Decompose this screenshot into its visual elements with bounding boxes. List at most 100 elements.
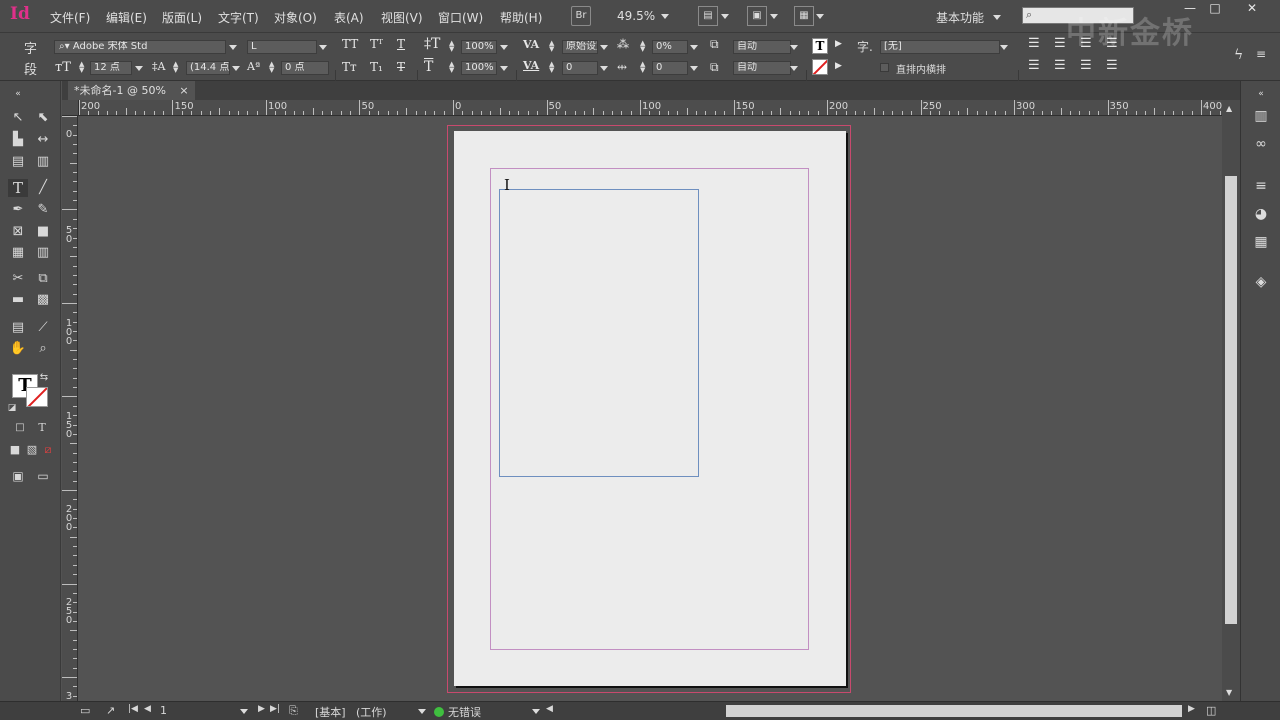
tracking-dropdown-icon[interactable]	[600, 66, 608, 71]
swatches-panel-icon[interactable]: ▦	[1251, 233, 1271, 251]
subscript-icon[interactable]: T₁	[370, 60, 383, 74]
text-fill-swatch[interactable]: T	[812, 38, 828, 54]
menu-object[interactable]: 对象(O)	[274, 9, 317, 26]
previous-page-icon[interactable]: ◀	[144, 704, 151, 714]
justify-center-icon[interactable]: ☰	[1054, 58, 1066, 73]
aki-before-dropdown-icon[interactable]	[790, 45, 798, 50]
layers-panel-icon[interactable]: ◈	[1251, 273, 1271, 291]
superscript-icon[interactable]: Tᵀ	[370, 37, 383, 51]
content-placer-icon[interactable]: ▥	[33, 153, 53, 171]
page-number-field[interactable]: 1	[160, 704, 167, 717]
char-spacing-dropdown-icon[interactable]	[690, 45, 698, 50]
font-size-dropdown-icon[interactable]	[135, 66, 143, 71]
horizontal-grid-tool-icon[interactable]: ▦	[8, 244, 28, 262]
stroke-menu-arrow-icon[interactable]: ▶	[835, 61, 842, 71]
aki-before-field[interactable]: 自动	[733, 40, 791, 54]
normal-view-icon[interactable]: ▣	[8, 467, 28, 485]
maximize-button[interactable]: □	[1205, 2, 1225, 14]
preflight-dropdown-icon[interactable]	[532, 709, 540, 714]
char-spacing-field[interactable]: 0%	[652, 40, 688, 54]
rectangle-frame-tool-icon[interactable]: ⊠	[8, 223, 28, 241]
all-caps-icon[interactable]: TT	[342, 37, 358, 51]
scroll-right-icon[interactable]: ▶	[1188, 704, 1195, 714]
selection-tool-icon[interactable]: ↖	[8, 109, 28, 127]
align-center-icon[interactable]: ☰	[1054, 36, 1066, 51]
font-size-stepper[interactable]: ▲ ▼	[79, 61, 87, 74]
stroke-swatch-icon[interactable]	[26, 387, 48, 407]
char-spacing-stepper[interactable]: ▲ ▼	[640, 40, 648, 53]
scissors-tool-icon[interactable]: ✂	[8, 270, 28, 288]
screen-mode-dropdown-icon[interactable]	[770, 14, 778, 19]
formatting-text-icon[interactable]: T	[32, 419, 52, 437]
wide-text-checkbox[interactable]	[880, 63, 889, 72]
view-options-icon[interactable]: ▤	[698, 6, 718, 26]
rectangle-tool-icon[interactable]: ■	[33, 223, 53, 241]
horizontal-ruler[interactable]: 200 150 100 50 0 50 100 150 200 250 300 350 400	[79, 100, 1222, 116]
toolbox-collapse-icon[interactable]: «	[8, 85, 28, 103]
workspace-switcher[interactable]: 基本功能	[936, 9, 984, 26]
font-family-field[interactable]: ⌕▾ Adobe 宋体 Std	[54, 40, 226, 54]
justify-left-icon[interactable]: ☰	[1028, 58, 1040, 73]
screen-mode-icon[interactable]: ▣	[747, 6, 767, 26]
page-tool-icon[interactable]: ▙	[8, 131, 28, 149]
dock-expand-icon[interactable]: «	[1251, 85, 1271, 103]
aki-after-field[interactable]: 自动	[733, 61, 791, 75]
tsume-stepper[interactable]: ▲ ▼	[640, 61, 648, 74]
tracking-field[interactable]: 0	[562, 61, 598, 75]
menu-edit[interactable]: 编辑(E)	[106, 9, 147, 26]
horizontal-scale-field[interactable]: 100%	[461, 61, 497, 75]
scroll-down-icon[interactable]: ▼	[1226, 688, 1232, 697]
stroke-panel-icon[interactable]: ≡	[1251, 177, 1271, 195]
menu-window[interactable]: 窗口(W)	[438, 9, 483, 26]
menu-type[interactable]: 文字(T)	[218, 9, 259, 26]
gradient-feather-tool-icon[interactable]: ▩	[33, 291, 53, 309]
scroll-up-icon[interactable]: ▲	[1226, 104, 1232, 113]
text-frame[interactable]	[499, 189, 699, 477]
leading-stepper[interactable]: ▲ ▼	[173, 61, 181, 74]
close-button[interactable]: ✕	[1242, 2, 1262, 14]
panel-menu-icon[interactable]: ≡	[1256, 47, 1266, 61]
preview-mode-icon[interactable]: ▭	[33, 467, 53, 485]
underline-icon[interactable]: T	[397, 37, 405, 51]
color-panel-icon[interactable]: ◕	[1251, 205, 1271, 223]
ruler-origin[interactable]	[62, 100, 79, 116]
direct-selection-tool-icon[interactable]: ⬉	[33, 109, 53, 127]
pencil-tool-icon[interactable]: ✎	[33, 201, 53, 219]
font-family-dropdown-icon[interactable]	[229, 45, 237, 50]
menu-file[interactable]: 文件(F)	[50, 9, 90, 26]
split-window-icon[interactable]: ◫	[1206, 704, 1216, 717]
links-panel-icon[interactable]: ∞	[1251, 135, 1271, 153]
vertical-scale-field[interactable]: 100%	[461, 40, 497, 54]
kerning-stepper[interactable]: ▲ ▼	[549, 40, 557, 53]
vertical-scale-dropdown-icon[interactable]	[500, 45, 508, 50]
arrange-dropdown-icon[interactable]	[816, 14, 824, 19]
menu-table[interactable]: 表(A)	[334, 9, 364, 26]
menu-help[interactable]: 帮助(H)	[500, 9, 542, 26]
scroll-left-icon[interactable]: ◀	[546, 704, 553, 714]
content-collector-icon[interactable]: ▤	[8, 153, 28, 171]
paragraph-mode-button[interactable]: 段	[24, 59, 37, 78]
formatting-container-icon[interactable]: □	[10, 419, 30, 437]
workspace-dropdown-icon[interactable]	[993, 15, 1001, 20]
document-tab[interactable]: *未命名-1 @ 50% ×	[68, 81, 195, 100]
bridge-button[interactable]: Br	[571, 6, 591, 26]
zoom-dropdown-icon[interactable]	[661, 14, 669, 19]
tsume-field[interactable]: 0	[652, 61, 688, 75]
zoom-tool-icon[interactable]: ⌕	[33, 340, 53, 358]
zoom-level[interactable]: 49.5%	[617, 9, 655, 23]
quick-apply-icon[interactable]: ϟ	[1234, 47, 1243, 63]
fill-menu-arrow-icon[interactable]: ▶	[835, 39, 842, 49]
free-transform-tool-icon[interactable]: ⧉	[33, 270, 53, 288]
document-tab-close-icon[interactable]: ×	[179, 84, 188, 97]
leading-field[interactable]: (14.4 点)	[186, 61, 230, 75]
work-mode-dropdown-icon[interactable]	[418, 709, 426, 714]
kerning-field[interactable]: 原始设定	[562, 40, 598, 54]
pages-panel-icon[interactable]: ▥	[1251, 107, 1271, 125]
gap-tool-icon[interactable]: ↔	[33, 131, 53, 149]
hand-tool-icon[interactable]: ✋	[8, 340, 28, 358]
tracking-stepper[interactable]: ▲ ▼	[549, 61, 557, 74]
aki-after-dropdown-icon[interactable]	[790, 66, 798, 71]
note-tool-icon[interactable]: ▤	[8, 319, 28, 337]
vertical-scrollbar[interactable]: ▲ ▼	[1222, 100, 1240, 701]
open-page-icon[interactable]: ▭	[80, 704, 90, 717]
